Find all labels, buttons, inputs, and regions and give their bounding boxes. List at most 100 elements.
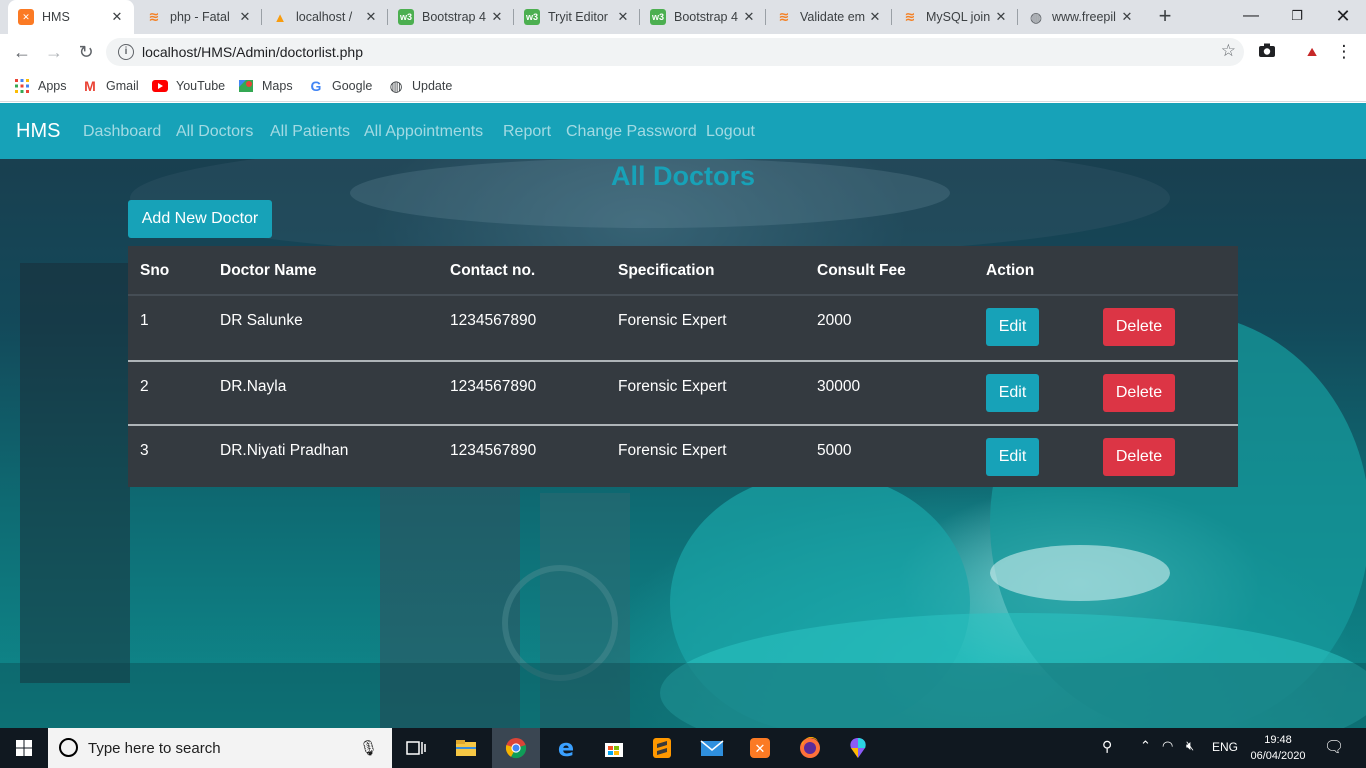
column-header-action: Action — [986, 262, 1035, 279]
nav-link-report[interactable]: Report — [503, 123, 551, 141]
back-arrow-icon[interactable]: ← — [10, 40, 34, 64]
cell-consult-fee: 2000 — [817, 312, 852, 329]
extension-icon[interactable]: ⛰ — [1302, 42, 1322, 62]
close-tab-icon[interactable]: ✕ — [1118, 9, 1136, 25]
windows-start-icon[interactable] — [0, 728, 48, 768]
menu-dots-icon[interactable]: ⋮ — [1334, 42, 1354, 62]
address-bar[interactable]: i localhost/HMS/Admin/doctorlist.php ☆ — [106, 38, 1244, 66]
tab-title: Validate em — [800, 10, 866, 24]
table-row: 2 DR.Nayla 1234567890 Forensic Expert 30… — [128, 360, 1238, 424]
sublime-text-icon[interactable] — [638, 728, 686, 768]
edit-button[interactable]: Edit — [986, 374, 1039, 412]
close-tab-icon[interactable]: ✕ — [740, 9, 758, 25]
bookmark-maps[interactable]: Maps — [238, 76, 293, 96]
delete-button[interactable]: Delete — [1103, 308, 1175, 346]
system-clock[interactable]: 19:48 06/04/2020 — [1246, 732, 1310, 764]
nav-link-all-doctors[interactable]: All Doctors — [176, 123, 253, 141]
forward-arrow-icon[interactable]: → — [42, 40, 66, 64]
file-explorer-icon[interactable] — [442, 728, 490, 768]
store-icon[interactable] — [590, 728, 638, 768]
tab-bootstrap-2[interactable]: w3 Bootstrap 4 ✕ — [640, 0, 766, 34]
doctors-table: Sno Doctor Name Contact no. Specificatio… — [128, 246, 1238, 487]
close-window-icon[interactable]: ✕ — [1320, 0, 1366, 34]
close-tab-icon[interactable]: ✕ — [614, 9, 632, 25]
xampp-icon: ✕ — [18, 9, 34, 25]
camera-icon[interactable] — [1257, 42, 1277, 62]
paint-3d-icon[interactable] — [834, 728, 882, 768]
bookmark-update[interactable]: ◍ Update — [388, 76, 452, 96]
nav-link-all-appointments[interactable]: All Appointments — [364, 123, 483, 141]
speaker-muted-icon[interactable]: 🔇︎ — [1186, 738, 1194, 754]
tab-title: MySQL join — [926, 10, 991, 24]
w3schools-icon: w3 — [398, 9, 414, 25]
close-tab-icon[interactable]: ✕ — [992, 9, 1010, 25]
microphone-icon[interactable]: 🎙 — [359, 739, 378, 757]
bookmark-label: Apps — [38, 79, 67, 93]
language-indicator[interactable]: ENG — [1212, 740, 1238, 754]
tab-localhost[interactable]: ▲ localhost / ✕ — [262, 0, 388, 34]
chrome-icon[interactable] — [492, 728, 540, 768]
tab-strip: ✕ HMS ✕ ≋ php - Fatal ✕ ▲ localhost / ✕ … — [0, 0, 1366, 34]
reload-icon[interactable]: ↻ — [74, 40, 98, 64]
close-tab-icon[interactable]: ✕ — [108, 9, 126, 25]
task-view-icon[interactable] — [392, 728, 440, 768]
windows-taskbar: Type here to search 🎙 e ✕ ⚲ ⌃ ◠ 🔇︎ ENG 1… — [0, 728, 1366, 768]
chevron-up-icon[interactable]: ⌃ — [1140, 738, 1151, 754]
people-icon[interactable]: ⚲ — [1102, 738, 1112, 755]
bookmark-apps[interactable]: Apps — [14, 76, 67, 96]
bookmark-youtube[interactable]: YouTube — [152, 76, 225, 96]
bookmark-label: YouTube — [176, 79, 226, 93]
column-header-sno: Sno — [140, 262, 170, 279]
nav-link-change-password[interactable]: Change Password — [566, 123, 697, 141]
close-tab-icon[interactable]: ✕ — [362, 9, 380, 25]
tab-php-fatal[interactable]: ≋ php - Fatal ✕ — [136, 0, 262, 34]
tab-title: localhost / — [296, 10, 353, 24]
firefox-icon[interactable] — [786, 728, 834, 768]
notifications-icon[interactable]: 🗨︎ — [1324, 737, 1344, 757]
w3schools-icon: w3 — [650, 9, 666, 25]
nav-link-all-patients[interactable]: All Patients — [270, 123, 350, 141]
tab-tryit-editor[interactable]: w3 Tryit Editor ✕ — [514, 0, 640, 34]
new-tab-button[interactable]: + — [1152, 4, 1178, 30]
restore-icon[interactable]: ❐ — [1274, 0, 1320, 34]
svg-text:✕: ✕ — [755, 742, 766, 757]
page-content: HMS Dashboard All Doctors All Patients A… — [0, 103, 1366, 728]
phpmyadmin-icon: ▲ — [273, 9, 287, 25]
close-tab-icon[interactable]: ✕ — [236, 9, 254, 25]
bookmark-gmail[interactable]: M Gmail — [82, 76, 139, 96]
column-header-consult-fee: Consult Fee — [817, 262, 906, 279]
minimize-icon[interactable]: — — [1228, 0, 1274, 34]
delete-button[interactable]: Delete — [1103, 438, 1175, 476]
info-icon[interactable]: i — [118, 44, 134, 60]
edit-button[interactable]: Edit — [986, 438, 1039, 476]
delete-button[interactable]: Delete — [1103, 374, 1175, 412]
tab-mysql-join[interactable]: ≋ MySQL join ✕ — [892, 0, 1018, 34]
google-icon: G — [310, 78, 322, 94]
bookmark-label: Google — [332, 79, 373, 93]
cell-sno: 2 — [140, 378, 149, 395]
tab-title: Bootstrap 4 — [422, 10, 486, 24]
wifi-icon[interactable]: ◠ — [1162, 738, 1173, 754]
xampp-icon[interactable]: ✕ — [736, 728, 784, 768]
bookmark-star-icon[interactable]: ☆ — [1221, 41, 1236, 61]
close-tab-icon[interactable]: ✕ — [866, 9, 884, 25]
navbar-brand[interactable]: HMS — [16, 120, 60, 143]
nav-link-dashboard[interactable]: Dashboard — [83, 123, 161, 141]
column-header-contact: Contact no. — [450, 262, 536, 279]
bookmark-google[interactable]: G Google — [308, 76, 373, 96]
cell-specification: Forensic Expert — [618, 378, 727, 395]
tab-freepik[interactable]: ◍ www.freepil ✕ — [1018, 0, 1144, 34]
edit-button[interactable]: Edit — [986, 308, 1039, 346]
tab-hms[interactable]: ✕ HMS ✕ — [8, 0, 134, 34]
cell-doctor-name: DR.Niyati Pradhan — [220, 442, 349, 459]
close-tab-icon[interactable]: ✕ — [488, 9, 506, 25]
tab-validate-email[interactable]: ≋ Validate em ✕ — [766, 0, 892, 34]
nav-link-logout[interactable]: Logout — [706, 123, 755, 141]
edge-icon[interactable]: e — [542, 728, 590, 768]
search-placeholder: Type here to search — [88, 740, 221, 757]
table-row: 1 DR Salunke 1234567890 Forensic Expert … — [128, 296, 1238, 360]
mail-icon[interactable] — [688, 728, 736, 768]
add-new-doctor-button[interactable]: Add New Doctor — [128, 200, 272, 238]
taskbar-search-box[interactable]: Type here to search 🎙 — [48, 728, 392, 768]
tab-bootstrap-1[interactable]: w3 Bootstrap 4 ✕ — [388, 0, 514, 34]
